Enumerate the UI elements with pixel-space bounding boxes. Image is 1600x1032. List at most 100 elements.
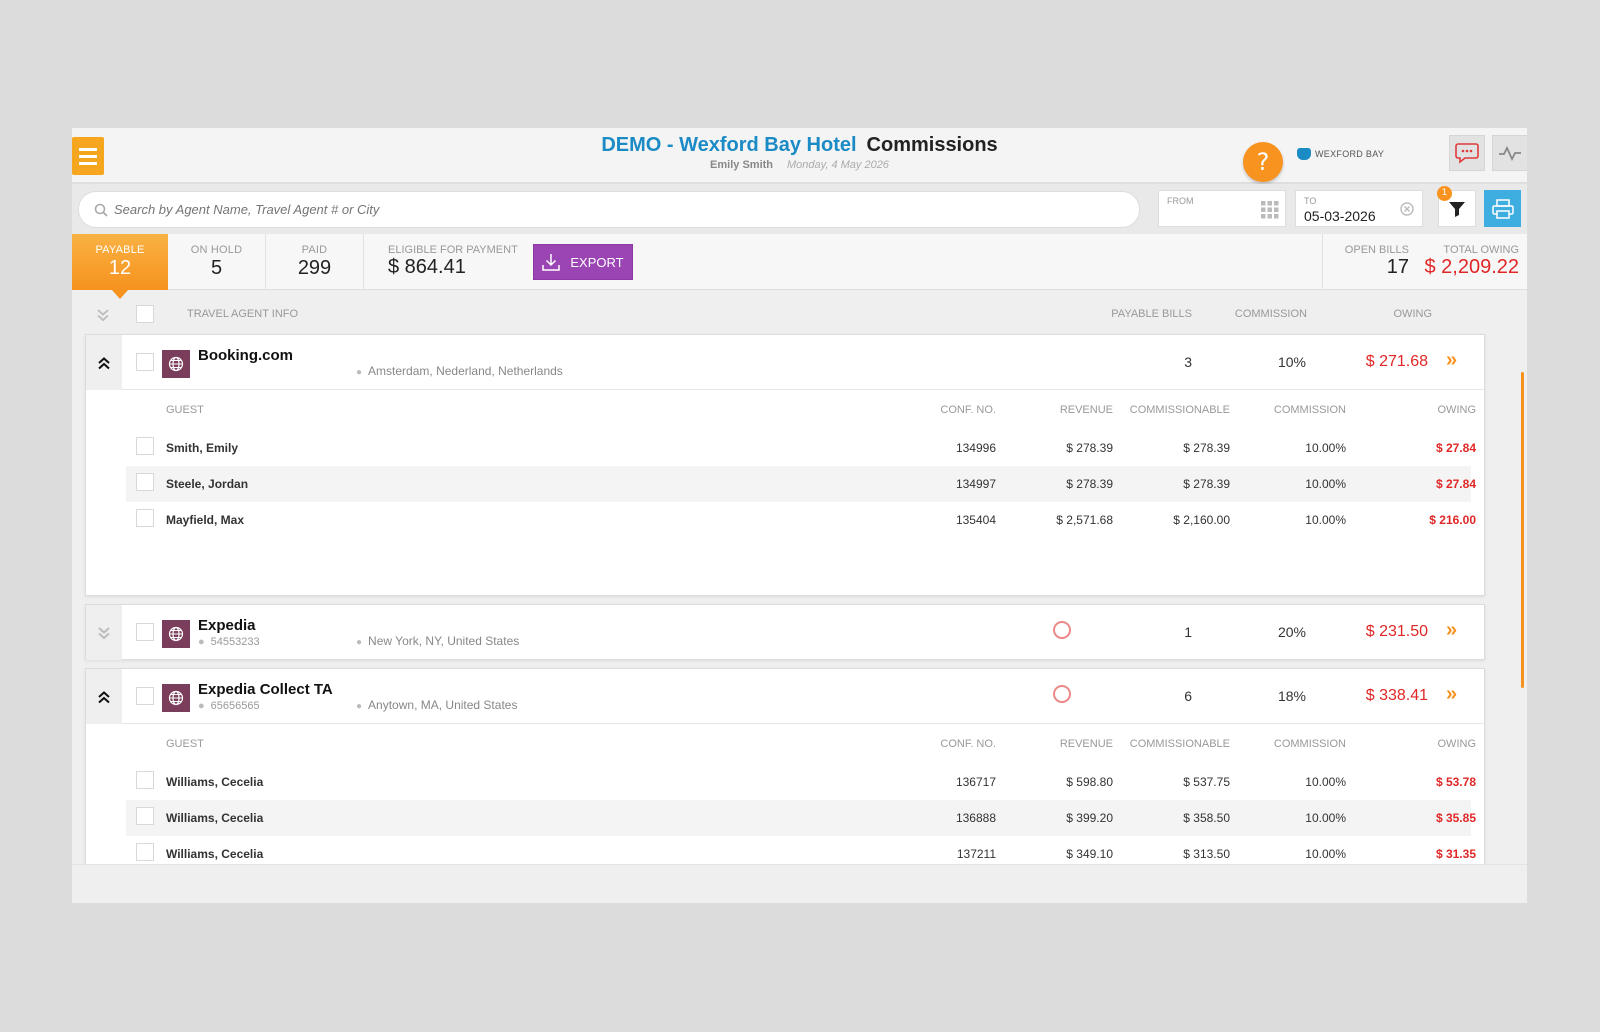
export-button[interactable]: EXPORT — [533, 244, 633, 280]
search-bar[interactable] — [78, 191, 1140, 228]
expand-all-icon[interactable] — [96, 308, 110, 322]
agent-owing: $ 231.50 — [1365, 623, 1428, 640]
table-row[interactable]: Smith, Emily 134996 $ 278.39 $ 278.39 10… — [126, 430, 1476, 466]
paid-count: 299 — [297, 257, 332, 279]
agent-location-text: Anytown, MA, United States — [368, 698, 518, 712]
user-name: Emily Smith — [710, 159, 774, 171]
agent-name: Booking.com — [198, 347, 294, 364]
agent-id: ● 54553233 — [198, 636, 260, 648]
payable-label: PAYABLE — [95, 244, 145, 256]
col-owing: OWING — [1393, 308, 1433, 320]
open-bills-count: 17 — [1386, 256, 1409, 278]
from-date-field[interactable]: FROM — [1158, 190, 1286, 227]
select-all-checkbox[interactable] — [136, 305, 154, 323]
bill-owing: $ 27.84 — [1435, 441, 1476, 455]
bill-checkbox[interactable] — [136, 509, 154, 527]
search-row: FROM TO 05-03-2026 1 — [72, 184, 1527, 234]
bill-owing: $ 35.85 — [1435, 811, 1476, 825]
double-chevron-right-icon[interactable]: » — [1446, 349, 1457, 372]
agent-card-expedia: Expedia ● 54553233 ● New York, NY, United … — [85, 604, 1485, 660]
bills-header: GUEST CONF. NO. REVENUE COMMISSIONABLE C… — [126, 390, 1476, 430]
table-row[interactable]: Steele, Jordan 134997 $ 278.39 $ 278.39 … — [126, 466, 1476, 502]
col-conf: CONF. NO. — [940, 404, 996, 416]
help-icon[interactable]: ? — [1243, 142, 1283, 182]
column-headers: TRAVEL AGENT INFO PAYABLE BILLS COMMISSI… — [72, 290, 1527, 334]
paid-label: PAID — [301, 244, 328, 256]
agent-checkbox[interactable] — [136, 623, 154, 641]
hold-icon[interactable] — [1053, 685, 1071, 703]
download-icon — [542, 254, 561, 271]
commissionable: $ 537.75 — [1183, 775, 1230, 789]
collapse-icon[interactable] — [86, 335, 122, 390]
agent-payable-bills: 6 — [1184, 688, 1192, 704]
section-title: Commissions — [866, 134, 998, 156]
hold-icon[interactable] — [1053, 621, 1071, 639]
double-chevron-right-icon[interactable]: » — [1446, 619, 1457, 642]
tab-payable[interactable]: PAYABLE 12 — [72, 234, 168, 299]
bill-owing: $ 53.78 — [1435, 775, 1476, 789]
eligible-for-payment: ELIGIBLE FOR PAYMENT $ 864.41 — [388, 244, 518, 279]
conf-no: 134996 — [955, 441, 996, 455]
agent-checkbox[interactable] — [136, 353, 154, 371]
payable-count: 12 — [108, 257, 132, 279]
agent-location: ● Amsterdam, Nederland, Netherlands — [356, 364, 563, 378]
bill-checkbox[interactable] — [136, 473, 154, 491]
col-commission-rate: COMMISSION — [1273, 738, 1346, 750]
collapse-icon[interactable] — [86, 669, 122, 724]
export-label: EXPORT — [570, 254, 624, 270]
commissionable: $ 278.39 — [1183, 477, 1230, 491]
agent-commission: 20% — [1277, 624, 1306, 640]
commissionable: $ 278.39 — [1183, 441, 1230, 455]
to-date-field[interactable]: TO 05-03-2026 — [1295, 190, 1423, 227]
bill-checkbox[interactable] — [136, 437, 154, 455]
agent-checkbox[interactable] — [136, 687, 154, 705]
scrollbar[interactable] — [1521, 372, 1524, 688]
bill-checkbox[interactable] — [136, 843, 154, 861]
expand-icon[interactable] — [86, 605, 122, 660]
conf-no: 135404 — [955, 513, 996, 527]
guest-name: Mayfield, Max — [166, 513, 245, 527]
clear-icon[interactable] — [1400, 202, 1414, 216]
total-owing: TOTAL OWING $ 2,209.22 — [1413, 244, 1519, 279]
col-revenue: REVENUE — [1059, 738, 1113, 750]
agent-location-text: Amsterdam, Nederland, Netherlands — [368, 364, 563, 378]
guest-name: Smith, Emily — [166, 441, 239, 455]
table-row[interactable]: Williams, Cecelia 136888 $ 399.20 $ 358.… — [126, 800, 1476, 836]
commission-rate: 10.00% — [1305, 811, 1346, 825]
commission-rate: 10.00% — [1305, 847, 1346, 861]
col-bill-owing: OWING — [1437, 738, 1477, 750]
activity-icon[interactable] — [1492, 135, 1527, 171]
from-label: FROM — [1167, 196, 1194, 206]
agent-commission: 10% — [1277, 354, 1306, 370]
col-agent-info: TRAVEL AGENT INFO — [187, 308, 299, 320]
eligible-label: ELIGIBLE FOR PAYMENT — [388, 244, 518, 256]
table-row[interactable]: Mayfield, Max 135404 $ 2,571.68 $ 2,160.… — [126, 502, 1476, 538]
agent-row[interactable]: Booking.com ● Amsterdam, Nederland, Nethe… — [86, 335, 1484, 390]
col-guest: GUEST — [166, 404, 204, 416]
bill-checkbox[interactable] — [136, 771, 154, 789]
location-pin-icon: ● — [356, 367, 363, 378]
commission-rate: 10.00% — [1305, 513, 1346, 527]
tab-on-hold[interactable]: ON HOLD 5 — [168, 234, 266, 290]
calendar-grid-icon[interactable] — [1261, 201, 1279, 219]
agent-payable-bills: 1 — [1184, 624, 1192, 640]
onhold-label: ON HOLD — [190, 244, 243, 256]
search-input[interactable] — [114, 202, 1094, 217]
print-icon[interactable] — [1484, 190, 1521, 227]
brand-name: WEXFORD BAY — [1315, 149, 1385, 159]
double-chevron-right-icon[interactable]: » — [1446, 683, 1457, 706]
totals: OPEN BILLS 17 TOTAL OWING $ 2,209.22 — [1322, 234, 1527, 290]
filter-badge: 1 — [1437, 186, 1452, 201]
location-pin-icon: ● — [356, 701, 363, 712]
table-row[interactable]: Williams, Cecelia 136717 $ 598.80 $ 537.… — [126, 764, 1476, 800]
tab-paid[interactable]: PAID 299 — [266, 234, 364, 290]
agent-row[interactable]: Expedia ● 54553233 ● New York, NY, United … — [86, 605, 1484, 660]
chat-icon[interactable] — [1449, 135, 1485, 171]
agent-row[interactable]: Expedia Collect TA ● 65656565 ● Anytown, M… — [86, 669, 1484, 724]
commissions-app: DEMO - Wexford Bay Hotel Commissions Emil… — [72, 128, 1527, 903]
col-commissionable: COMMISSIONABLE — [1129, 738, 1230, 750]
revenue: $ 399.20 — [1066, 811, 1113, 825]
brand-logo-icon — [1297, 148, 1311, 160]
guest-name: Williams, Cecelia — [166, 847, 264, 861]
bill-checkbox[interactable] — [136, 807, 154, 825]
